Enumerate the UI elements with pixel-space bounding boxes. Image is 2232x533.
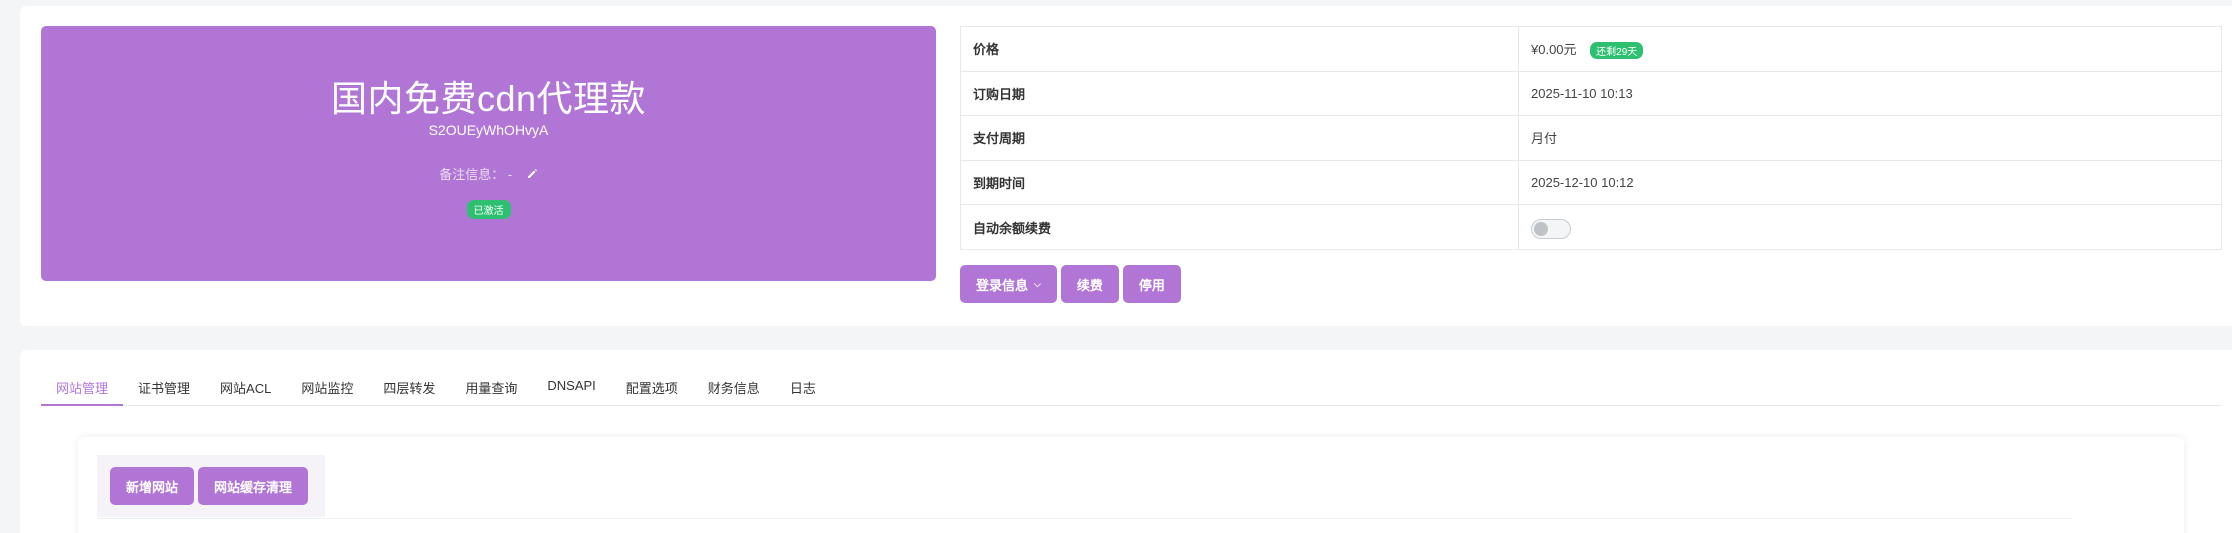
- subscription-info-table: 价格 ¥0.00元 还剩29天 订购日期 2025-11-10 10:13 支付…: [960, 26, 2222, 250]
- status-badge: 已激活: [466, 200, 511, 219]
- table-row: 自动余额续费: [960, 204, 2222, 250]
- expiry-label: 到期时间: [960, 159, 1519, 206]
- order-date-label: 订购日期: [960, 70, 1519, 117]
- site-toolbar: 新增网站 网站缓存清理: [110, 467, 309, 505]
- price-value: ¥0.00元: [1531, 41, 1577, 57]
- table-row: 价格 ¥0.00元 还剩29天: [960, 26, 2222, 72]
- product-code: S2OUEyWhOHvyA: [428, 122, 549, 138]
- remark-value: -: [507, 167, 513, 182]
- billing-cycle-label: 支付周期: [960, 115, 1519, 161]
- divider: [97, 518, 2072, 519]
- add-site-button[interactable]: 新增网站: [110, 467, 195, 505]
- login-info-label: 登录信息: [976, 277, 1029, 293]
- tab-dnsapi[interactable]: DNSAPI: [532, 366, 610, 406]
- toggle-knob: [1534, 222, 1548, 237]
- action-buttons: 登录信息 ⌵ 续费 停用: [960, 265, 1181, 303]
- table-row: 支付周期 月付: [960, 115, 2222, 161]
- auto-renew-toggle[interactable]: [1531, 219, 1571, 240]
- chevron-down-icon: ⌵: [1034, 278, 1041, 289]
- tab-site-management[interactable]: 网站管理: [41, 366, 124, 406]
- table-row: 订购日期 2025-11-10 10:13: [960, 70, 2222, 117]
- tab-logs[interactable]: 日志: [775, 366, 831, 406]
- tab-finance-info[interactable]: 财务信息: [693, 366, 775, 406]
- tab-layer4-forwarding[interactable]: 四层转发: [368, 366, 450, 406]
- table-row: 到期时间 2025-12-10 10:12: [960, 159, 2222, 206]
- tab-usage-query[interactable]: 用量查询: [450, 366, 532, 406]
- tab-bar: 网站管理 证书管理 网站ACL 网站监控 四层转发 用量查询 DNSAPI 配置…: [41, 366, 2221, 406]
- pencil-icon[interactable]: [526, 167, 538, 182]
- auto-renew-cell: [1518, 204, 2222, 250]
- remark-row: 备注信息： -: [41, 164, 936, 183]
- product-title: 国内免费cdn代理款: [330, 78, 647, 119]
- product-panel: 国内免费cdn代理款 S2OUEyWhOHvyA 备注信息： - 已激活: [41, 26, 936, 281]
- expiry-value: 2025-12-10 10:12: [1518, 159, 2222, 206]
- renew-button[interactable]: 续费: [1060, 265, 1119, 303]
- order-date-value: 2025-11-10 10:13: [1518, 70, 2222, 117]
- disable-button[interactable]: 停用: [1122, 265, 1181, 303]
- price-label: 价格: [960, 26, 1519, 72]
- remaining-days-badge: 还剩29天: [1590, 41, 1644, 59]
- price-value-cell: ¥0.00元 还剩29天: [1518, 26, 2222, 72]
- tab-site-monitoring[interactable]: 网站监控: [286, 366, 368, 406]
- remark-label: 备注信息：: [439, 167, 505, 182]
- login-info-button[interactable]: 登录信息 ⌵: [960, 265, 1057, 303]
- auto-renew-label: 自动余额续费: [960, 204, 1519, 250]
- clear-cache-button[interactable]: 网站缓存清理: [198, 467, 309, 505]
- billing-cycle-value: 月付: [1518, 115, 2222, 161]
- tab-site-acl[interactable]: 网站ACL: [205, 366, 286, 406]
- tab-certificate-management[interactable]: 证书管理: [123, 366, 205, 406]
- tab-config-options[interactable]: 配置选项: [611, 366, 693, 406]
